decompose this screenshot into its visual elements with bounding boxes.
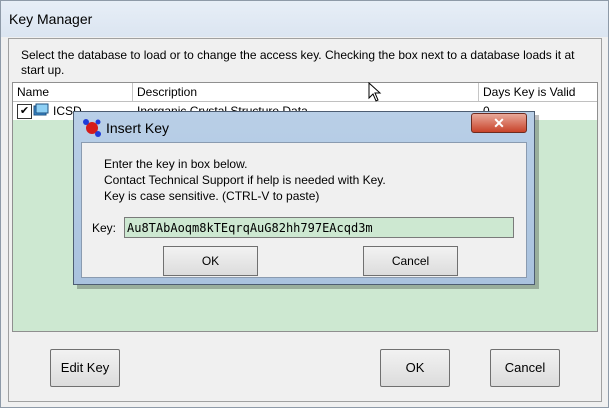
dialog-ok-button[interactable]: OK bbox=[163, 246, 258, 276]
database-icon bbox=[33, 103, 49, 116]
insert-key-dialog: Insert Key ✕ Enter the key in box below.… bbox=[73, 111, 535, 285]
edit-key-button[interactable]: Edit Key bbox=[50, 349, 120, 387]
window-title: Key Manager bbox=[9, 11, 93, 27]
title-bar[interactable]: Key Manager bbox=[1, 1, 608, 37]
instruction-line: Contact Technical Support if help is nee… bbox=[104, 173, 386, 187]
grid-header: Name Description Days Key is Valid bbox=[13, 83, 597, 102]
instructions-text: Select the database to load or to change… bbox=[21, 48, 575, 77]
mouse-pointer-icon bbox=[368, 82, 382, 102]
column-header-description[interactable]: Description bbox=[133, 83, 479, 101]
load-at-startup-checkbox[interactable]: ✔ bbox=[17, 104, 32, 119]
close-icon: ✕ bbox=[493, 115, 505, 131]
column-header-days-valid[interactable]: Days Key is Valid bbox=[479, 83, 597, 101]
ok-button[interactable]: OK bbox=[380, 349, 450, 387]
key-label: Key: bbox=[92, 221, 117, 235]
dialog-cancel-button[interactable]: Cancel bbox=[363, 246, 458, 276]
app-icon bbox=[83, 119, 101, 137]
instruction-line: Key is case sensitive. (CTRL-V to paste) bbox=[104, 189, 320, 203]
column-header-name[interactable]: Name bbox=[13, 83, 133, 101]
dialog-title: Insert Key bbox=[106, 120, 170, 136]
close-button[interactable]: ✕ bbox=[471, 113, 527, 133]
dialog-client: Enter the key in box below. Contact Tech… bbox=[81, 142, 527, 278]
key-input[interactable] bbox=[124, 217, 514, 238]
instruction-line: Enter the key in box below. bbox=[104, 157, 248, 171]
cancel-button[interactable]: Cancel bbox=[490, 349, 560, 387]
